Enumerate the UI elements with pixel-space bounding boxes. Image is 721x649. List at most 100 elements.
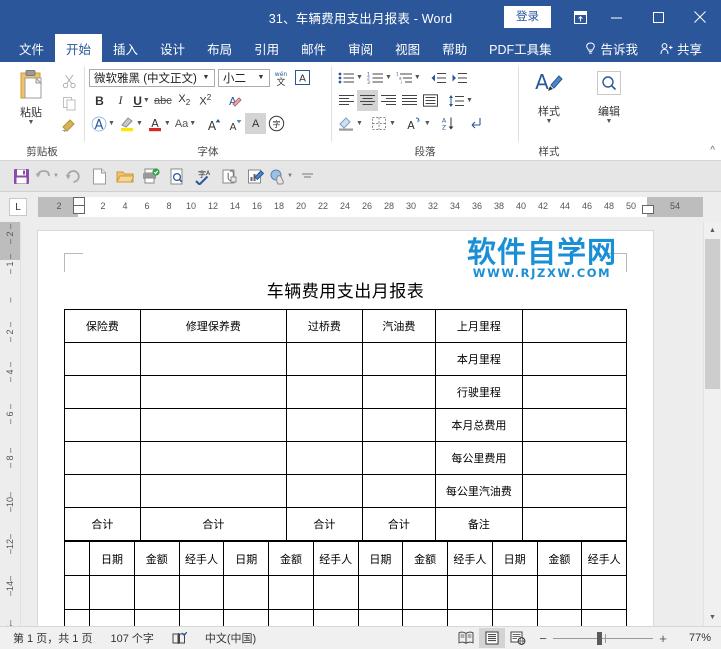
word-count[interactable]: 107 个字 xyxy=(101,630,162,646)
cut-scissors-icon[interactable] xyxy=(58,70,80,92)
subscript-button[interactable]: X2 xyxy=(174,90,195,111)
cell-blank[interactable] xyxy=(312,609,359,626)
copy-icon[interactable] xyxy=(58,92,80,114)
document-canvas[interactable]: 软件自学网 WWW.RJZXW.COM 车辆费用支出月报表 保险费 修理保养费 xyxy=(37,222,703,626)
tab-review[interactable]: 审阅 xyxy=(337,34,384,62)
font-name-combo[interactable]: 微软雅黑 (中文正文) ▼ xyxy=(89,68,215,87)
distribute-text-icon[interactable] xyxy=(420,90,441,111)
cell-blank[interactable] xyxy=(447,609,493,626)
tell-me-button[interactable]: 告诉我 xyxy=(574,34,649,62)
cell-blank[interactable] xyxy=(536,609,583,626)
cell-blank[interactable] xyxy=(285,342,363,376)
collapse-ribbon-icon[interactable]: ^ xyxy=(710,145,715,156)
cell-date[interactable]: 日期 xyxy=(89,541,135,576)
cell-blank[interactable] xyxy=(268,609,314,626)
table-row[interactable]: 保险费 修理保养费 过桥费 汽油费 上月里程 xyxy=(64,309,628,343)
chevron-down-icon[interactable]: ▼ xyxy=(424,120,431,127)
text-highlight-icon[interactable]: ▼ xyxy=(117,113,145,134)
paste-button[interactable]: 粘贴 ▼ xyxy=(15,69,47,126)
font-size-combo[interactable]: 小二 ▼ xyxy=(218,68,270,87)
zoom-in-button[interactable]: + xyxy=(655,631,671,646)
cell-date[interactable]: 日期 xyxy=(223,541,270,576)
cell-blank[interactable] xyxy=(361,474,436,508)
cell-total-4[interactable]: 合计 xyxy=(361,507,436,541)
minimize-icon[interactable] xyxy=(595,0,637,34)
expense-summary-table[interactable]: 保险费 修理保养费 过桥费 汽油费 上月里程 本月里程 行驶里程 本月总费用 每… xyxy=(64,309,628,541)
open-folder-icon[interactable] xyxy=(112,163,138,189)
edit-chart-icon[interactable] xyxy=(242,163,268,189)
vertical-scrollbar[interactable]: ▲ ▼ xyxy=(703,222,721,626)
shrink-font-button[interactable]: A xyxy=(224,113,245,134)
table-row[interactable]: 合计 合计 合计 合计 备注 xyxy=(64,507,628,541)
cell-blank[interactable] xyxy=(64,441,141,475)
quick-print-icon[interactable] xyxy=(138,163,164,189)
paste-dropdown-caret[interactable]: ▼ xyxy=(28,119,35,126)
cell-remark[interactable]: 备注 xyxy=(434,507,523,541)
clear-formatting-icon[interactable]: A xyxy=(222,90,244,111)
cell-blank[interactable] xyxy=(268,575,314,610)
tab-references[interactable]: 引用 xyxy=(243,34,290,62)
align-right-icon[interactable] xyxy=(378,90,399,111)
cell-blank[interactable] xyxy=(402,575,449,610)
strikethrough-button[interactable]: abc xyxy=(152,90,174,111)
table-row[interactable]: 每公里汽油费 xyxy=(64,474,628,508)
cell-total-3[interactable]: 合计 xyxy=(285,507,363,541)
cell-blank[interactable] xyxy=(361,342,436,376)
character-border-icon[interactable]: A xyxy=(292,67,313,88)
chevron-down-icon[interactable]: ▼ xyxy=(164,120,171,127)
chevron-down-icon[interactable]: ▼ xyxy=(466,97,473,104)
cell-blank[interactable] xyxy=(285,474,363,508)
borders-icon[interactable]: ▼ xyxy=(369,113,398,134)
cell-total-2[interactable]: 合计 xyxy=(139,507,287,541)
align-center-icon[interactable] xyxy=(357,90,378,111)
change-case-button[interactable]: Aa ▼ xyxy=(173,113,198,134)
language-indicator[interactable]: 中文(中国) xyxy=(196,630,265,646)
cell-blank[interactable] xyxy=(536,575,583,610)
table-row[interactable]: 日期 金额 经手人 日期 金额 经手人 日期 金额 经手人 日期 金额 经手人 xyxy=(63,541,627,576)
cell-blank[interactable] xyxy=(139,342,287,376)
table-row[interactable]: 行驶里程 xyxy=(64,375,628,409)
print-preview-icon[interactable] xyxy=(164,163,190,189)
attach-file-icon[interactable] xyxy=(216,163,242,189)
multilevel-list-icon[interactable]: 1ai ▼ xyxy=(394,67,423,88)
sort-icon[interactable]: AZ xyxy=(438,113,459,134)
horizontal-ruler[interactable]: L 2 2 4 6 8 10 12 14 16 18 20 22 24 26 2… xyxy=(0,192,721,222)
tab-stop-selector[interactable]: L xyxy=(0,192,36,222)
zoom-slider[interactable] xyxy=(553,631,653,645)
cell-blank[interactable] xyxy=(285,441,363,475)
zoom-level[interactable]: 77% xyxy=(671,632,717,644)
close-icon[interactable] xyxy=(679,0,721,34)
bold-button[interactable]: B xyxy=(89,90,110,111)
cell-handler[interactable]: 经手人 xyxy=(581,541,627,576)
table-row[interactable]: 每公里费用 xyxy=(64,441,628,475)
chevron-down-icon[interactable]: ▼ xyxy=(356,74,363,81)
undo-dropdown-caret[interactable]: ▼ xyxy=(53,173,59,179)
tab-home[interactable]: 开始 xyxy=(55,34,103,62)
cell-amount[interactable]: 金额 xyxy=(536,541,583,576)
tab-insert[interactable]: 插入 xyxy=(102,34,149,62)
scrollbar-track[interactable] xyxy=(704,239,721,609)
cell-blank[interactable] xyxy=(139,441,287,475)
cell-handler[interactable]: 经手人 xyxy=(447,541,493,576)
tab-file[interactable]: 文件 xyxy=(8,34,56,62)
cell-blank[interactable] xyxy=(64,474,141,508)
save-icon[interactable] xyxy=(8,163,34,189)
cell-value[interactable] xyxy=(521,408,628,442)
cell-blank[interactable] xyxy=(64,342,141,376)
align-left-icon[interactable] xyxy=(336,90,357,111)
new-document-icon[interactable] xyxy=(86,163,112,189)
zoom-slider-thumb[interactable] xyxy=(597,631,602,645)
enclose-character-icon[interactable]: 字 xyxy=(266,113,287,134)
tab-pdf-tools[interactable]: PDF工具集 xyxy=(478,34,563,62)
cell-date[interactable]: 日期 xyxy=(491,541,538,576)
ruler-track[interactable]: 2 2 4 6 8 10 12 14 16 18 20 22 24 26 28 … xyxy=(38,197,703,217)
customize-qat-icon[interactable] xyxy=(294,163,320,189)
table-row[interactable] xyxy=(63,575,627,610)
tab-design[interactable]: 设计 xyxy=(149,34,196,62)
scroll-up-icon[interactable]: ▲ xyxy=(704,222,721,239)
cell-blank[interactable] xyxy=(63,575,91,610)
italic-button[interactable]: I xyxy=(110,90,131,111)
cell-blank[interactable] xyxy=(285,408,363,442)
cell-driving-mileage[interactable]: 行驶里程 xyxy=(434,375,523,409)
cell-blank[interactable] xyxy=(139,375,287,409)
